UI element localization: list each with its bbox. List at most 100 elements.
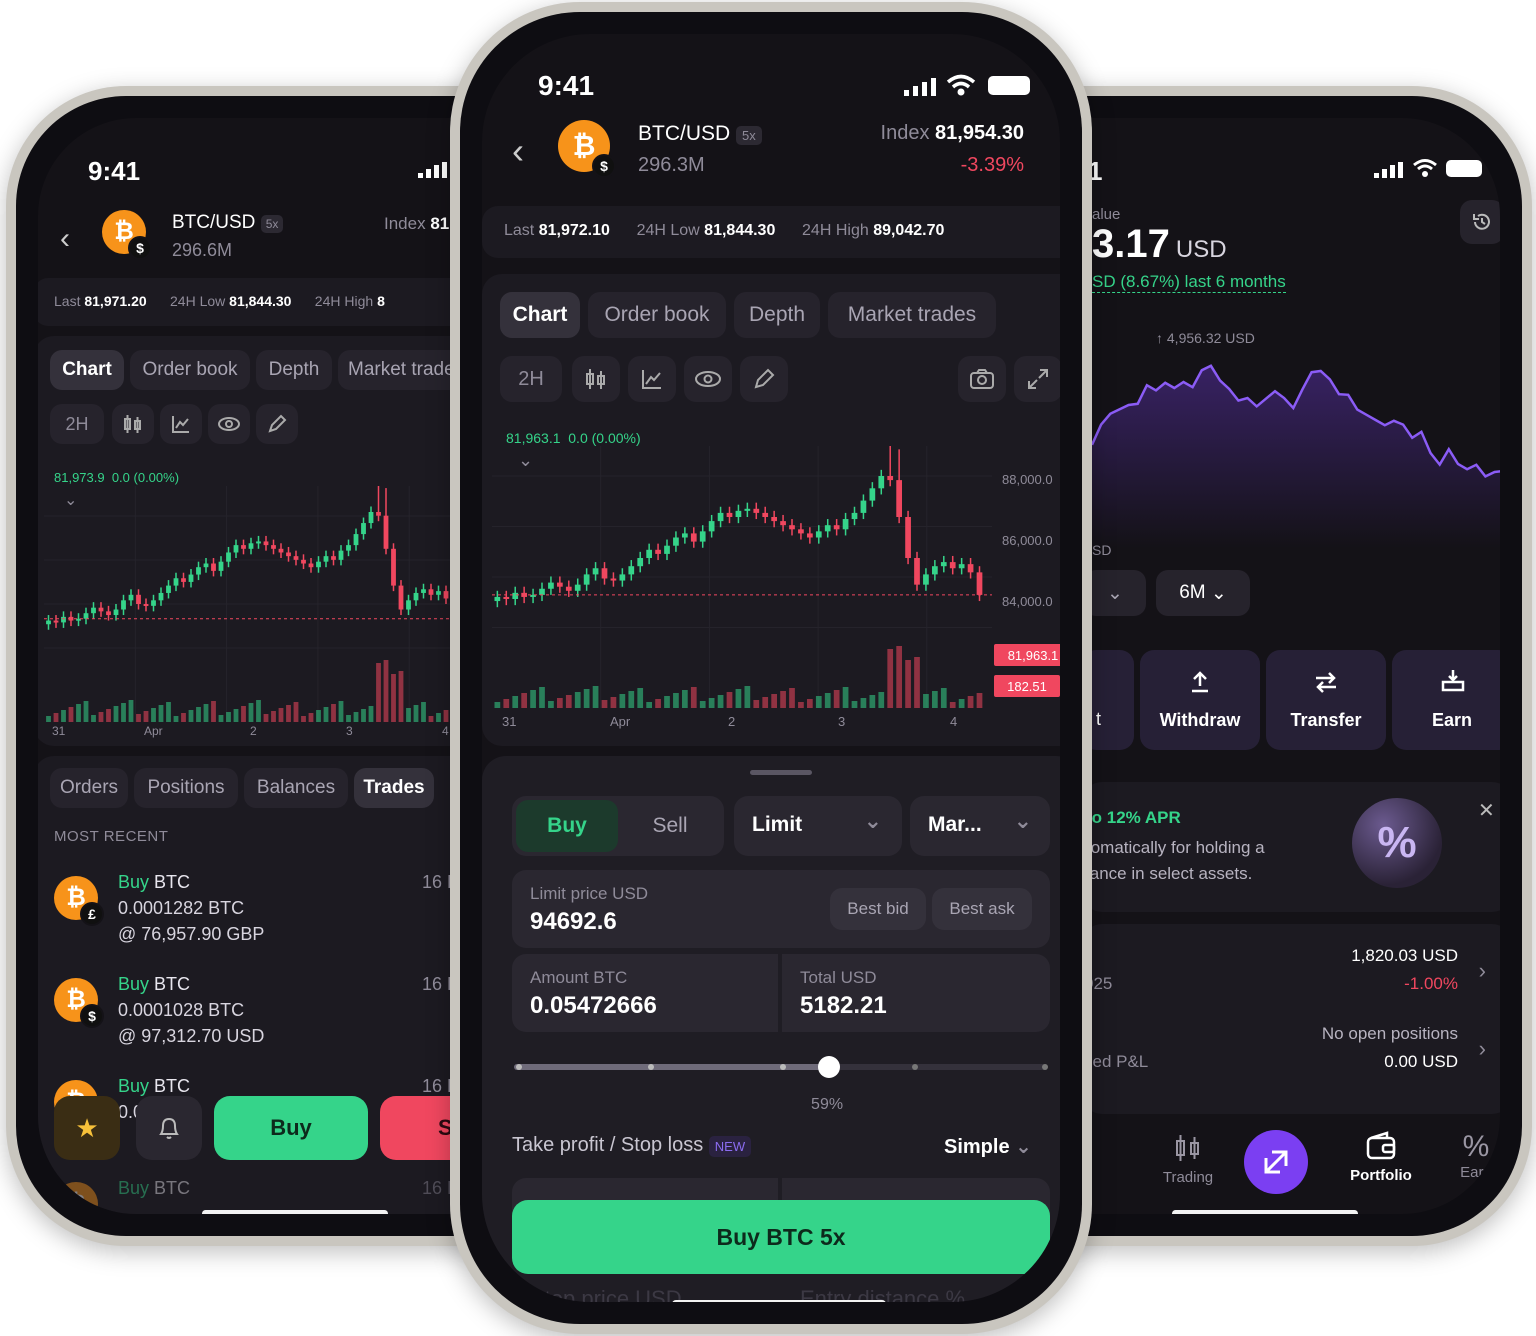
nav-portfolio[interactable]: Portfolio (1336, 1130, 1426, 1184)
submit-order-button[interactable]: Buy BTC 5x (512, 1200, 1050, 1274)
candle-body (383, 515, 389, 549)
history-icon[interactable] (1460, 200, 1500, 244)
nav-earn[interactable]: % Earn (1446, 1130, 1500, 1181)
trade-fab-button[interactable] (1244, 1130, 1308, 1194)
transfer-button[interactable]: Transfer (1266, 650, 1386, 750)
slider-thumb[interactable] (818, 1056, 841, 1078)
eye-icon[interactable] (684, 356, 732, 402)
order-type-dropdown[interactable]: Limit ⌄ (734, 796, 902, 856)
holdings-card: 1,820.03 USD -1.00% 025 › No open positi… (1082, 924, 1500, 1114)
indicator-icon[interactable] (160, 404, 202, 444)
range-6m-dropdown[interactable]: 6M ⌄ (1156, 570, 1250, 616)
portfolio-gain[interactable]: SD (8.67%) last 6 months (1092, 272, 1286, 293)
indicator-icon[interactable] (628, 356, 676, 402)
close-icon[interactable]: ✕ (1478, 798, 1495, 823)
tpsl-mode-dropdown[interactable]: Simple ⌄ (944, 1134, 1032, 1159)
holding-row[interactable]: 1,820.03 USD -1.00% 025 › (1082, 938, 1500, 1008)
candle-body (286, 552, 291, 557)
tab-orders[interactable]: Orders (50, 768, 128, 808)
tab-positions[interactable]: Positions (134, 768, 238, 808)
fullscreen-icon[interactable] (1014, 356, 1060, 402)
candle-body (673, 537, 679, 546)
interval-button[interactable]: 2H (500, 356, 562, 402)
order-type-label: Limit (752, 813, 803, 836)
nav-trading[interactable]: Trading (1148, 1132, 1228, 1186)
amount-slider[interactable] (514, 1052, 1048, 1082)
stats-line: Last 81,972.10 24H Low 81,844.30 24H Hig… (504, 222, 944, 240)
volume-bar (628, 691, 635, 708)
positions-row[interactable]: No open positions 0.00 USD zed P&L › (1082, 1016, 1500, 1086)
candle-body (218, 561, 224, 571)
holding-value: 1,820.03 USD (1351, 946, 1458, 965)
pencil-icon[interactable] (256, 404, 298, 444)
volume-bar (699, 701, 706, 708)
withdraw-button[interactable]: Withdraw (1140, 650, 1260, 750)
interval-button[interactable]: 2H (50, 404, 104, 444)
sheet-handle[interactable] (750, 770, 812, 775)
best-bid-button[interactable]: Best bid (830, 888, 926, 930)
pencil-icon[interactable] (740, 356, 788, 402)
wifi-icon (1412, 158, 1438, 183)
buy-button[interactable]: Buy (214, 1096, 368, 1160)
x-tick: 2 (250, 724, 257, 738)
camera-icon[interactable] (958, 356, 1006, 402)
signal-icon (904, 78, 936, 101)
tab-market-trades[interactable]: Market trades (828, 292, 996, 338)
candle-body (421, 589, 426, 593)
margin-dropdown[interactable]: Mar... ⌄ (910, 796, 1050, 856)
list-item[interactable]: ₿ Buy BTC 16 F (38, 1172, 498, 1214)
nav-earn-label: Earn (1460, 1164, 1492, 1181)
promo-card[interactable]: to 12% APR tomatically for holding a lan… (1082, 782, 1500, 912)
tab-balances[interactable]: Balances (244, 768, 348, 808)
volume-bar (735, 689, 742, 708)
volume-bar (286, 705, 291, 722)
sell-tab[interactable]: Sell (620, 800, 720, 852)
volume-bar (690, 687, 697, 708)
earn-button[interactable]: Earn (1392, 650, 1500, 750)
tab-order-book[interactable]: Order book (588, 292, 726, 338)
volume-bar (53, 713, 59, 722)
candle-body (188, 574, 194, 582)
bell-icon[interactable] (136, 1096, 202, 1160)
leverage-badge: 5x (736, 126, 762, 145)
volume-bar (46, 716, 51, 722)
candles-icon[interactable] (572, 356, 620, 402)
tpsl-text: Take profit / Stop loss (512, 1134, 704, 1156)
x-tick: 4 (442, 724, 449, 738)
candle-body (869, 488, 876, 501)
list-item[interactable]: ₿ $ Buy BTC 0.0001028 BTC @ 97,312.70 USD… (38, 968, 498, 1060)
list-item[interactable]: ₿ £ Buy BTC 0.0001282 BTC @ 76,957.90 GBP… (38, 866, 498, 958)
tab-depth[interactable]: Depth (734, 292, 820, 338)
index-value: 81 (430, 214, 450, 233)
back-icon[interactable]: ‹ (60, 222, 70, 256)
tab-chart[interactable]: Chart (50, 350, 124, 390)
candle-body (436, 591, 441, 595)
eye-icon[interactable] (208, 404, 250, 444)
x-tick: 3 (838, 714, 846, 729)
total-field[interactable]: Total USD 5182.21 (782, 954, 1050, 1032)
candle-body (151, 600, 156, 606)
x-tick: 4 (950, 714, 958, 729)
x-axis: 31 Apr 2 3 4 (492, 714, 992, 732)
limit-price-label: Limit price USD (530, 884, 649, 903)
best-ask-button[interactable]: Best ask (932, 888, 1032, 930)
candles-icon[interactable] (112, 404, 154, 444)
tpsl-label[interactable]: Take profit / Stop loss NEW (512, 1134, 752, 1157)
candle-body (271, 545, 276, 549)
tab-chart[interactable]: Chart (500, 292, 580, 338)
volume-bar (601, 700, 608, 708)
tab-trades[interactable]: Trades (354, 768, 434, 808)
buy-tab[interactable]: Buy (516, 800, 618, 852)
high-value: 89,042.70 (873, 222, 945, 239)
limit-price-field[interactable]: Limit price USD 94692.6 Best bid Best as… (512, 870, 1050, 948)
trade-amount: 0.0001028 BTC (118, 1000, 245, 1020)
tab-order-book[interactable]: Order book (130, 350, 250, 390)
stats-bar: Last 81,971.20 24H Low 81,844.30 24H Hig… (38, 278, 494, 326)
tab-depth[interactable]: Depth (256, 350, 332, 390)
volume-bar (619, 694, 626, 708)
amount-field[interactable]: Amount BTC 0.05472666 (512, 954, 778, 1032)
back-icon[interactable]: ‹ (512, 130, 524, 172)
range-dropdown[interactable]: ⌄ (1084, 570, 1146, 616)
favorite-star-icon[interactable]: ★ (54, 1096, 120, 1160)
slider-percent: 59% (811, 1096, 844, 1113)
